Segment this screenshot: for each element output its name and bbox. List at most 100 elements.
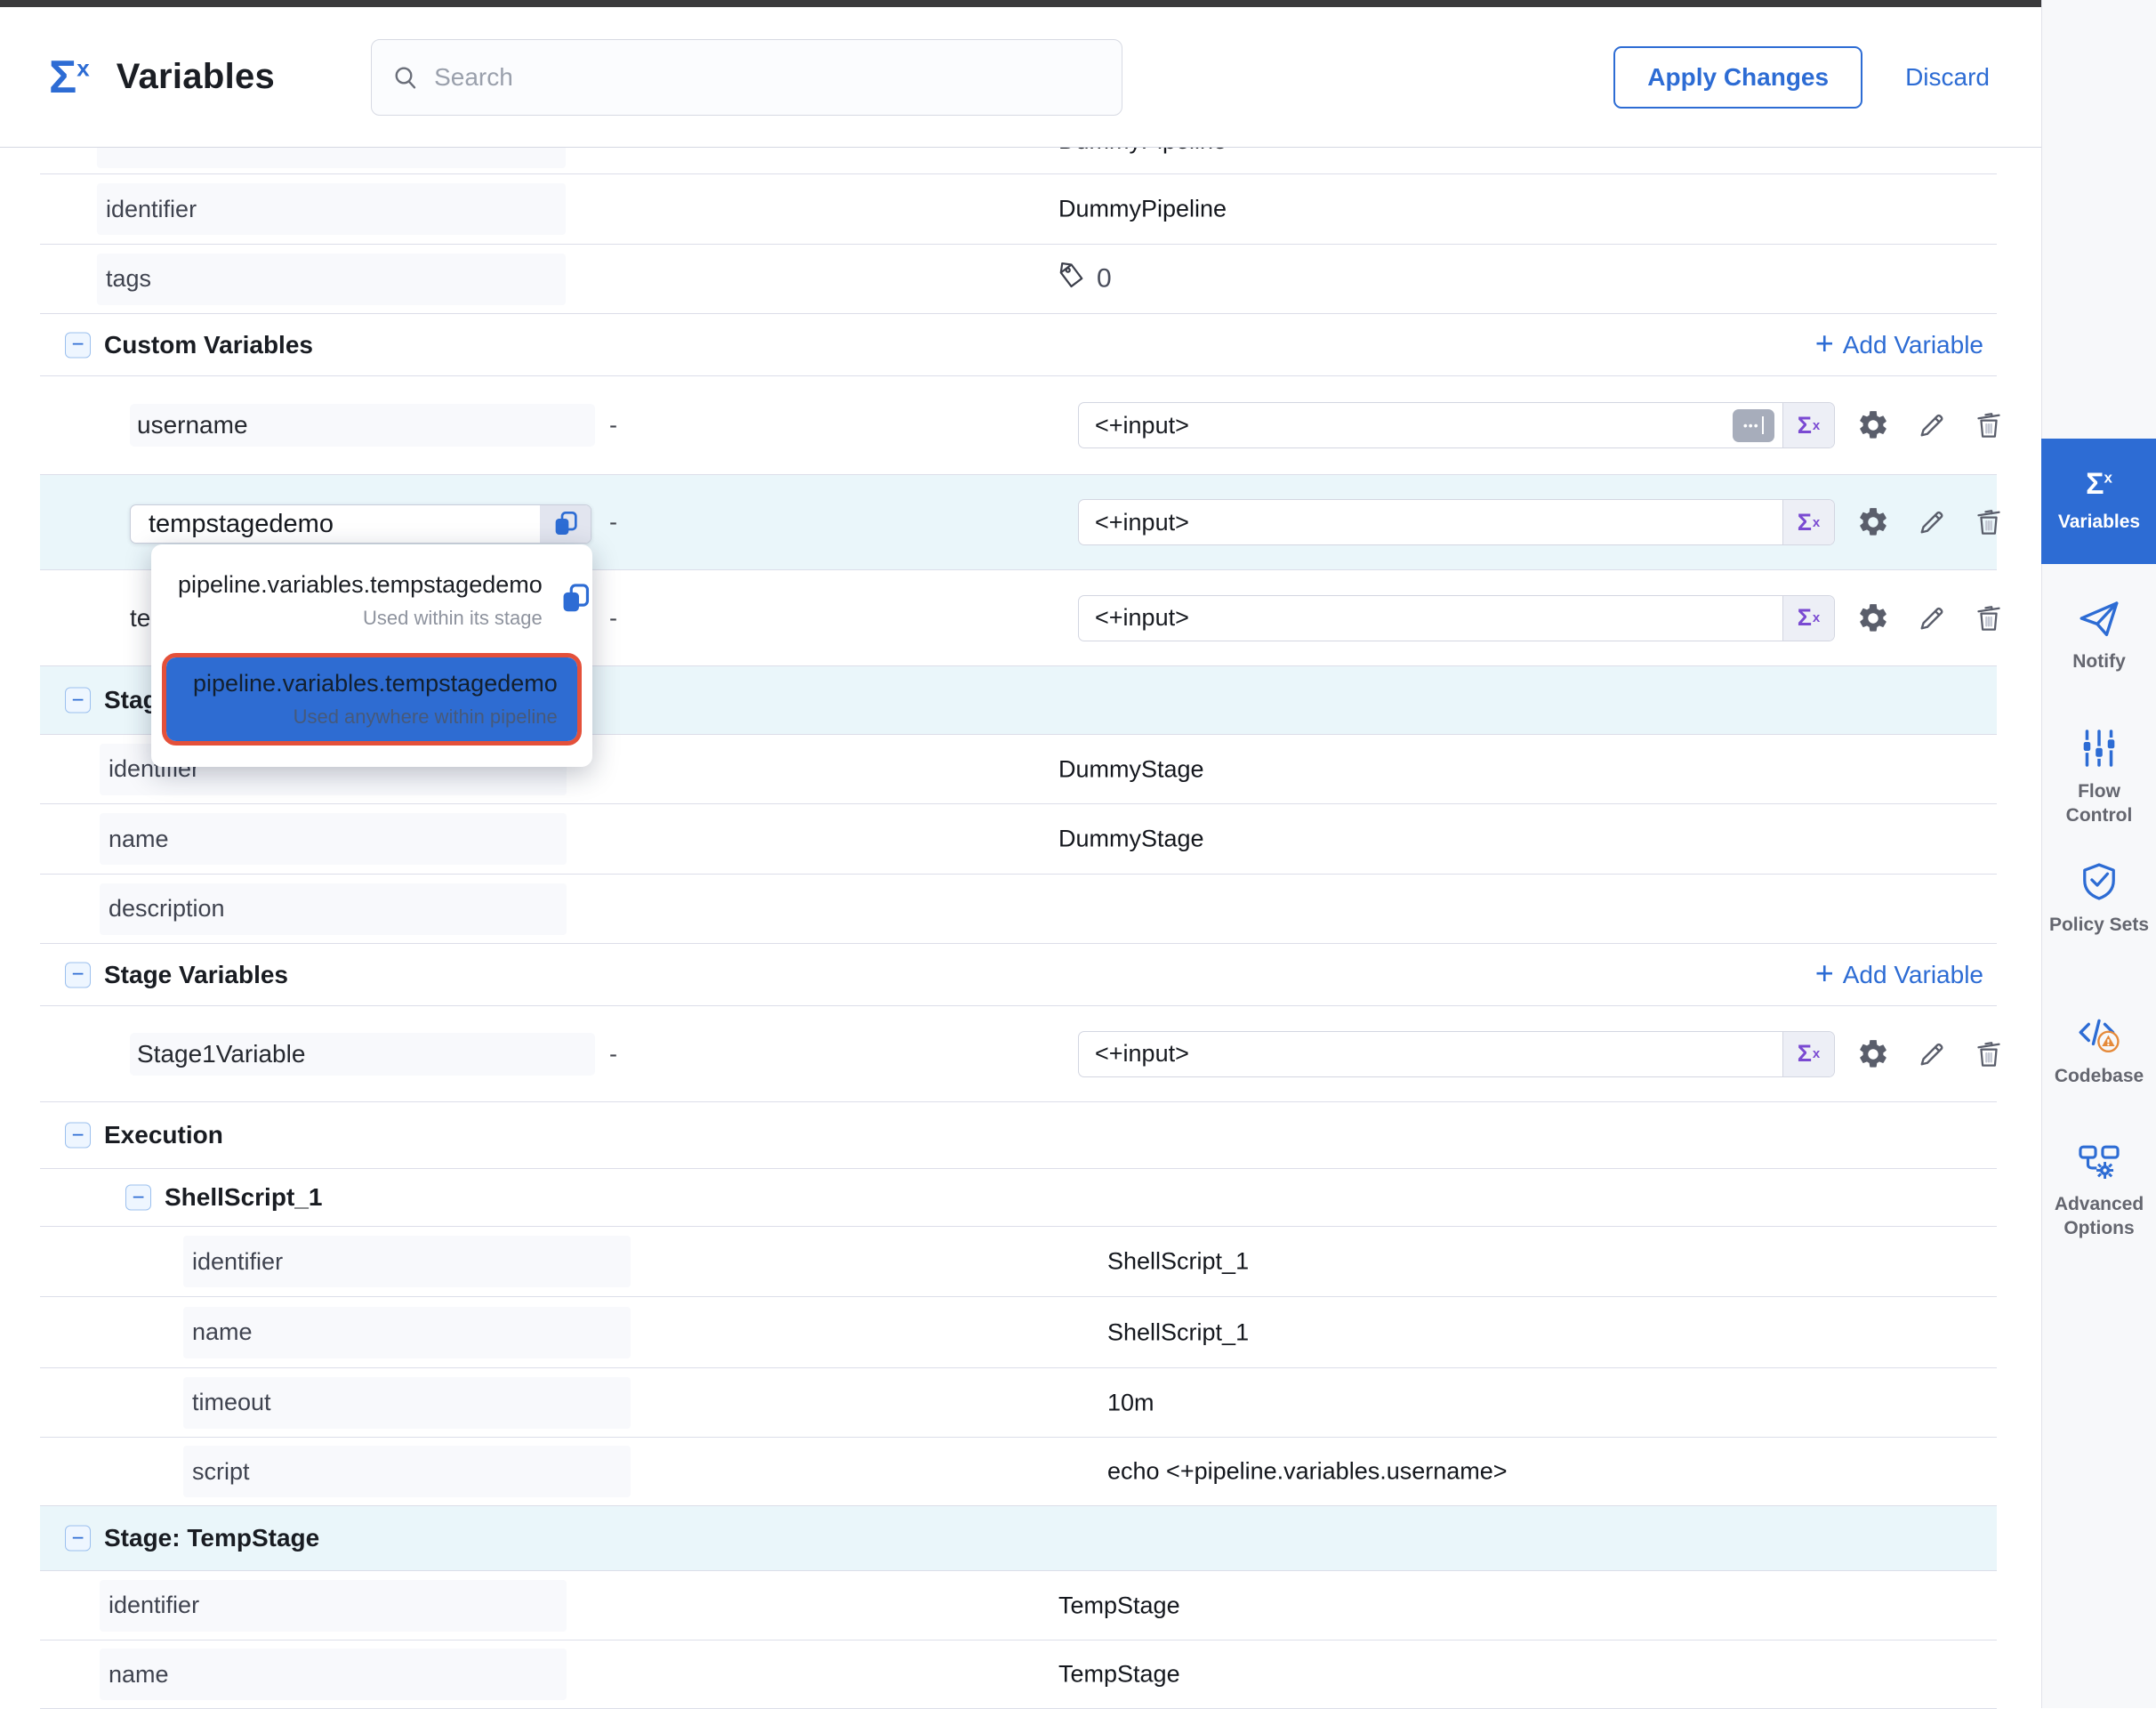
field-label: description — [100, 883, 567, 935]
pencil-icon[interactable] — [1913, 1036, 1951, 1073]
sidebar-item-label: Flow Control — [2042, 779, 2156, 827]
row-name: nameShellScript_1 — [40, 1297, 1997, 1368]
runtime-input-field[interactable]: <+input>Σx — [1078, 595, 1835, 641]
variable-type-dash: - — [609, 1040, 617, 1068]
sidebar-item-advanced-options[interactable]: Advanced Options — [2042, 1141, 2156, 1240]
section-title: Stage Variables — [104, 961, 288, 989]
pencil-icon[interactable] — [1913, 504, 1951, 541]
row-shellscript-1: −ShellScript_1 — [40, 1169, 1997, 1227]
sidebar-item-label: Advanced Options — [2042, 1192, 2156, 1240]
runtime-input-field[interactable]: <+input>Σx — [1078, 1031, 1835, 1077]
search-input[interactable] — [434, 63, 1102, 92]
popup-item-text: pipeline.variables.tempstagedemo Used an… — [193, 670, 558, 729]
collapse-minus-icon[interactable]: − — [65, 332, 91, 358]
variable-name: Stage1Variable — [130, 1033, 595, 1076]
input-value: <+input> — [1079, 1040, 1782, 1068]
variable-scope-popup: pipeline.variables.tempstagedemo Used wi… — [151, 544, 592, 767]
sidebar-item-flow-control[interactable]: Flow Control — [2042, 728, 2156, 827]
gear-icon[interactable] — [1854, 1036, 1892, 1073]
search-icon — [391, 63, 420, 92]
field-label: timeout — [183, 1377, 631, 1429]
field-label: name — [100, 1649, 567, 1700]
label-background — [97, 148, 566, 168]
runtime-input-field[interactable]: <+input>Σx — [1078, 499, 1835, 545]
collapse-minus-icon[interactable]: − — [65, 688, 91, 713]
popup-item-subtitle: Used within its stage — [178, 607, 543, 630]
field-value: TempStage — [1058, 1592, 1180, 1619]
trash-icon[interactable] — [1970, 504, 2007, 541]
right-sidebar: Σx Variables Notify Flow Control Policy … — [2041, 0, 2156, 1708]
pencil-icon[interactable] — [1913, 600, 1951, 637]
field-value: ShellScript_1 — [1107, 1248, 1249, 1276]
section-title: Execution — [104, 1121, 223, 1149]
popup-item-stage-scope[interactable]: pipeline.variables.tempstagedemo Used wi… — [151, 557, 592, 644]
page-header: Σx Variables Apply Changes Discard — [0, 7, 2041, 148]
field-label: identifier — [183, 1236, 631, 1287]
selection-annotation-box: pipeline.variables.tempstagedemo Used an… — [162, 653, 582, 746]
trash-icon[interactable] — [1970, 1036, 2007, 1073]
page-title: Variables — [117, 57, 275, 97]
collapse-minus-icon[interactable]: − — [65, 962, 91, 988]
field-label: name — [183, 1307, 631, 1358]
input-options-pill[interactable]: ••• — [1733, 409, 1774, 442]
collapse-minus-icon[interactable]: − — [65, 1526, 91, 1552]
expression-sigma-icon[interactable]: Σx — [1782, 596, 1834, 641]
collapse-minus-icon[interactable]: − — [65, 1123, 91, 1149]
copy-icon[interactable] — [559, 582, 592, 620]
discard-button[interactable]: Discard — [1905, 63, 1990, 92]
expression-sigma-icon[interactable]: Σx — [1782, 500, 1834, 544]
codebase-warning-icon — [2076, 1016, 2122, 1053]
add-variable-button[interactable]: +Add Variable — [1815, 331, 1983, 359]
sidebar-item-label: Codebase — [2055, 1064, 2144, 1088]
plus-icon: + — [1815, 957, 1834, 989]
row-username: username- <+input>•••Σx — [40, 376, 1997, 475]
pencil-icon[interactable] — [1913, 407, 1951, 444]
search-box[interactable] — [371, 39, 1122, 116]
row-identifier: identifier TempStage — [40, 1571, 1997, 1640]
add-variable-button[interactable]: +Add Variable — [1815, 961, 1983, 989]
trash-icon[interactable] — [1970, 600, 2007, 637]
sidebar-item-notify[interactable]: Notify — [2042, 598, 2156, 673]
popup-item-pipeline-scope[interactable]: pipeline.variables.tempstagedemo Used an… — [166, 657, 577, 741]
sidebar-item-codebase[interactable]: Codebase — [2042, 1016, 2156, 1088]
expression-sigma-icon[interactable]: Σx — [1782, 403, 1834, 447]
row-timeout: timeout 10m — [40, 1368, 1997, 1438]
section-title: Custom Variables — [104, 331, 313, 359]
popup-item-title: pipeline.variables.tempstagedemo — [178, 571, 543, 599]
variables-sigma-icon: Σx — [2086, 469, 2112, 499]
input-value: <+input> — [1079, 604, 1782, 632]
gear-icon[interactable] — [1854, 600, 1892, 637]
expression-sigma-icon[interactable]: Σx — [1782, 1032, 1834, 1076]
trash-icon[interactable] — [1970, 407, 2007, 444]
variable-name: username — [130, 404, 595, 447]
copy-icon[interactable] — [574, 681, 582, 719]
shield-check-icon — [2079, 861, 2120, 902]
field-value: TempStage — [1058, 1661, 1180, 1689]
gear-icon[interactable] — [1854, 504, 1892, 541]
apply-changes-button[interactable]: Apply Changes — [1613, 46, 1862, 109]
variables-sigma-logo-icon: Σx — [49, 54, 90, 101]
row-tags: tags0 — [40, 245, 1997, 314]
popup-item-subtitle: Used anywhere within pipeline — [193, 705, 558, 729]
field-label: identifier — [100, 1580, 567, 1632]
variable-type-dash: - — [609, 604, 617, 632]
gear-icon[interactable] — [1854, 407, 1892, 444]
copy-icon[interactable] — [540, 505, 591, 543]
runtime-input-field[interactable]: <+input>•••Σx — [1078, 402, 1835, 448]
sidebar-item-policy-sets[interactable]: Policy Sets — [2042, 861, 2156, 937]
field-value: 10m — [1107, 1389, 1154, 1416]
row-custom-variables: −Custom Variables +Add Variable — [40, 314, 1997, 376]
row-stage-variables: −Stage Variables +Add Variable — [40, 944, 1997, 1006]
tags-value: 0 — [1057, 261, 1112, 297]
row-script: scriptecho <+pipeline.variables.username… — [40, 1438, 1997, 1506]
variable-type-dash: - — [609, 509, 617, 536]
row-name: nameDummyStage — [40, 804, 1997, 875]
variable-name-input[interactable]: tempstagedemo — [130, 504, 591, 544]
variable-type-dash: - — [609, 412, 617, 439]
collapse-minus-icon[interactable]: − — [125, 1185, 151, 1211]
field-value: DummyStage — [1058, 755, 1204, 783]
window-top-strip — [0, 0, 2156, 7]
popup-item-text: pipeline.variables.tempstagedemo Used wi… — [178, 571, 543, 630]
sidebar-item-variables[interactable]: Σx Variables — [2041, 439, 2156, 564]
add-variable-label: Add Variable — [1843, 331, 1983, 359]
